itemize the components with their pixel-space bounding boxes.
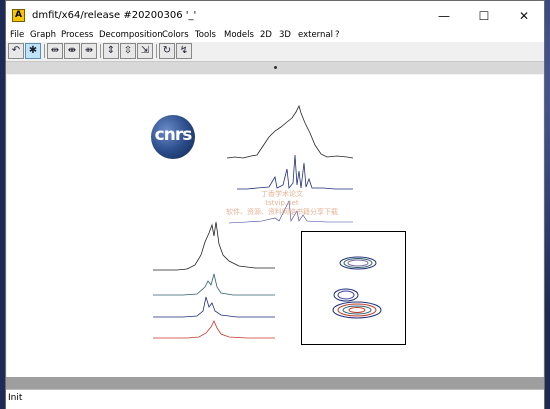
menu-help[interactable]: ? <box>335 28 340 42</box>
watermark: 丁香学术论文 tstvip.net 软件、资源、资料网络书籍分享下载 <box>222 189 342 217</box>
fit-height-icon[interactable]: ⇕ <box>103 43 119 59</box>
window-title: dmfit/x64/release #20200306 '_' <box>32 10 197 21</box>
watermark-title: 丁香学术论文 <box>261 190 303 198</box>
bottom-strip <box>6 377 544 389</box>
status-bar: Init <box>6 389 544 409</box>
watermark-subtitle: 软件、资源、资料网络书籍分享下载 <box>226 208 338 216</box>
title-bar[interactable]: A dmfit/x64/release #20200306 '_' — ☐ ✕ <box>6 1 544 31</box>
stack-spectrum-red <box>153 320 275 339</box>
menu-external[interactable]: external <box>298 28 333 42</box>
fit-width-icon[interactable]: ⇹ <box>47 43 63 59</box>
menu-2d[interactable]: 2D <box>260 28 272 42</box>
contract-h-icon[interactable]: ⇻ <box>81 43 97 59</box>
spectra-plot <box>153 104 354 339</box>
contour-ring <box>347 259 369 267</box>
contour-plot <box>332 256 382 319</box>
top-strip <box>6 62 544 74</box>
app-window: A dmfit/x64/release #20200306 '_' — ☐ ✕ … <box>5 0 545 409</box>
undo-icon[interactable]: ↶ <box>8 43 24 59</box>
status-text: Init <box>8 393 23 403</box>
stack-spectrum-teal <box>153 273 275 296</box>
menu-tools[interactable]: Tools <box>195 28 216 42</box>
toolbar-separator <box>44 44 45 58</box>
broad-spectrum-line <box>226 104 354 159</box>
stack-spectrum-navy <box>153 296 275 318</box>
graph-canvas[interactable]: cnrs 丁香学术论文 tstvip.net 软件、资源、资料网络书籍分享下载 <box>7 75 543 377</box>
close-button[interactable]: ✕ <box>504 1 544 31</box>
stack-spectrum-black <box>153 221 275 271</box>
maximize-button[interactable]: ☐ <box>464 1 504 31</box>
menu-models[interactable]: Models <box>224 28 254 42</box>
menu-bar: File Graph Process Decomposition Colors … <box>6 28 544 42</box>
expand-h-icon[interactable]: ⇼ <box>64 43 80 59</box>
minimize-button[interactable]: — <box>424 1 464 31</box>
watermark-url: tstvip.net <box>265 199 299 207</box>
contour-ring <box>337 290 355 300</box>
grid-icon[interactable]: ✱ <box>25 43 41 59</box>
contract-v-icon[interactable]: ⇲ <box>137 43 153 59</box>
app-icon: A <box>12 9 25 22</box>
expand-v-icon[interactable]: ⇳ <box>120 43 136 59</box>
toolbar: ↶ ✱ ⇹ ⇼ ⇻ ⇕ ⇳ ⇲ ↻ ↯ <box>6 42 544 62</box>
contour-plot-frame[interactable] <box>301 231 406 345</box>
menu-decomposition[interactable]: Decomposition <box>99 28 163 42</box>
spectrum-icon[interactable]: ↯ <box>176 43 192 59</box>
drag-handle[interactable] <box>274 66 277 69</box>
toolbar-separator <box>156 44 157 58</box>
menu-process[interactable]: Process <box>61 28 93 42</box>
menu-3d[interactable]: 3D <box>279 28 291 42</box>
contour-ring <box>348 307 366 313</box>
menu-graph[interactable]: Graph <box>30 28 56 42</box>
menu-file[interactable]: File <box>10 28 24 42</box>
menu-colors[interactable]: Colors <box>162 28 189 42</box>
rotate-icon[interactable]: ↻ <box>159 43 175 59</box>
toolbar-separator <box>100 44 101 58</box>
high-res-spectrum-line <box>237 154 353 190</box>
